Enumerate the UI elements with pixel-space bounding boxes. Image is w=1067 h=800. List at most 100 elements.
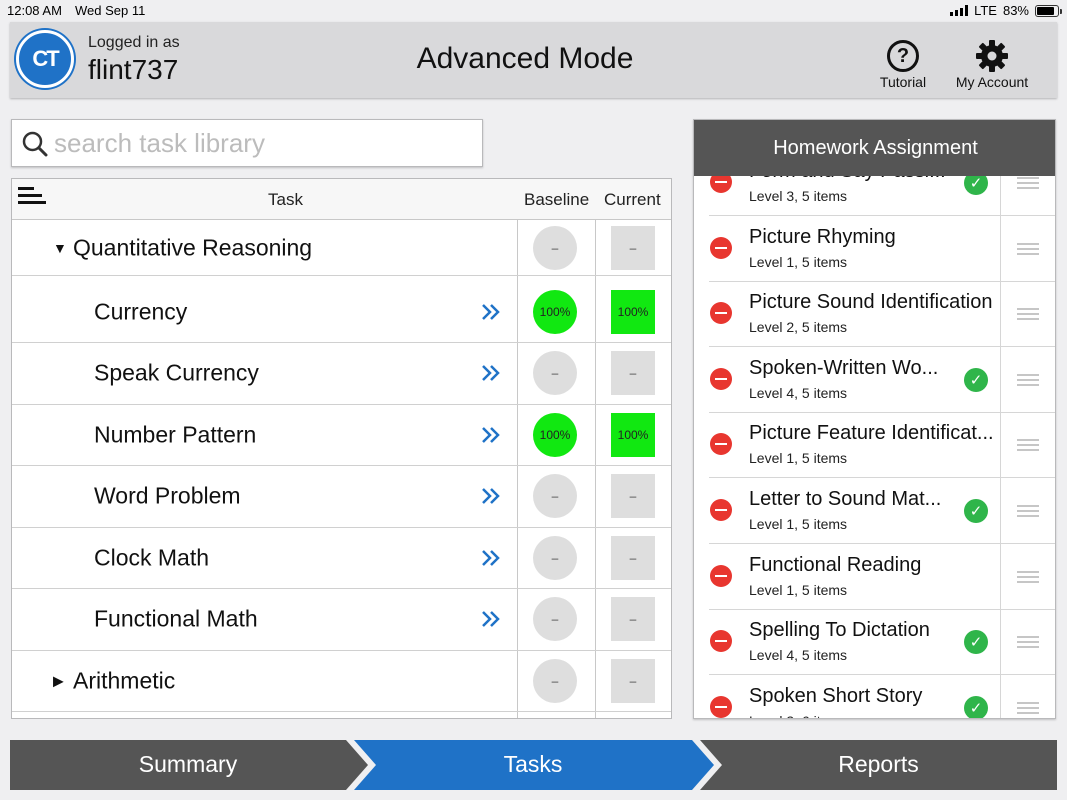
drag-handle-icon[interactable]	[1017, 373, 1039, 389]
double-chevron-right-icon[interactable]	[480, 609, 502, 629]
remove-icon[interactable]	[710, 302, 732, 325]
task-row[interactable]: Clock Math – –	[12, 528, 671, 589]
column-task: Task	[268, 190, 303, 209]
network-label: LTE	[974, 3, 997, 18]
double-chevron-right-icon[interactable]	[480, 363, 502, 383]
remove-icon[interactable]	[710, 630, 732, 653]
item-divider	[1000, 281, 1001, 348]
remove-icon[interactable]	[710, 695, 732, 718]
double-chevron-right-icon[interactable]	[480, 486, 502, 506]
expand-down-icon[interactable]: ▼	[53, 240, 67, 256]
homework-item-title: Spoken Short Story	[749, 684, 923, 707]
homework-item-title: Functional Reading	[749, 553, 922, 576]
homework-item[interactable]: Picture Sound Identification Level 2, 5 i…	[709, 281, 1055, 348]
task-row[interactable]: Speak Currency – –	[12, 343, 671, 405]
task-name: Functional Math	[94, 605, 258, 632]
task-name: Word Problem	[94, 482, 241, 509]
double-chevron-right-icon[interactable]	[480, 425, 502, 445]
drag-handle-icon[interactable]	[1017, 242, 1039, 258]
task-name: Speak Currency	[94, 359, 259, 386]
homework-item[interactable]: Letter to Sound Mat... Level 1, 5 items ✓	[709, 478, 1055, 544]
current-score: 100%	[611, 412, 655, 457]
remove-icon[interactable]	[710, 367, 732, 390]
homework-item-subtitle: Level 4, 5 items	[749, 384, 848, 401]
collapse-menu-icon[interactable]	[18, 187, 46, 211]
item-divider	[1000, 674, 1001, 718]
double-chevron-right-icon[interactable]	[480, 302, 502, 322]
search-icon	[22, 131, 48, 157]
baseline-score: –	[533, 474, 577, 519]
item-divider	[1000, 543, 1001, 610]
baseline-score: 100%	[533, 289, 577, 334]
task-row[interactable]: Functional Math – –	[12, 589, 671, 651]
homework-item[interactable]: Functional Reading Level 1, 5 items	[709, 543, 1055, 610]
current-score: –	[611, 351, 655, 396]
homework-item[interactable]: Spelling To Dictation Level 4, 5 items ✓	[709, 609, 1055, 676]
search-input[interactable]	[54, 126, 474, 160]
drag-handle-icon[interactable]	[1017, 439, 1039, 454]
remove-icon[interactable]	[710, 564, 732, 587]
task-name: Number Pattern	[94, 421, 257, 448]
baseline-score: –	[533, 658, 577, 703]
homework-item-subtitle: Level 1, 5 items	[749, 253, 848, 270]
baseline-score: –	[533, 225, 577, 270]
task-row[interactable]: Number Pattern 100% 100%	[12, 405, 671, 466]
task-group-row[interactable]: ▶ Arithmetic – –	[12, 651, 671, 712]
signal-icon	[950, 5, 969, 16]
my-account-label: My Account	[955, 74, 1029, 90]
homework-title: Homework Assignment	[694, 120, 1055, 176]
remove-icon[interactable]	[710, 236, 732, 259]
task-table: Task Baseline Current ▼ Quantitative Reas…	[11, 178, 672, 719]
column-baseline: Baseline	[524, 190, 590, 209]
tab-reports[interactable]: Reports	[700, 751, 1057, 778]
status-right: LTE 83%	[950, 3, 1062, 18]
homework-item[interactable]: Picture Rhyming Level 1, 5 items	[709, 215, 1055, 282]
drag-handle-icon[interactable]	[1017, 701, 1039, 717]
homework-item-title: Picture Sound Identification	[749, 291, 993, 314]
tab-summary[interactable]: Summary	[10, 751, 366, 778]
current-score: –	[611, 658, 655, 703]
status-bar: 12:08 AM Wed Sep 11 LTE 83%	[0, 0, 1067, 20]
drag-handle-icon[interactable]	[1017, 308, 1039, 323]
current-score: –	[611, 474, 655, 519]
task-group-row[interactable]: ▼ Quantitative Reasoning – –	[12, 220, 671, 276]
baseline-score: 100%	[533, 412, 577, 457]
logged-in-label: Logged in as	[88, 34, 180, 51]
status-date: Wed Sep 11	[75, 3, 146, 18]
column-current: Current	[604, 190, 661, 209]
drag-handle-icon[interactable]	[1017, 505, 1039, 520]
check-icon: ✓	[964, 695, 988, 718]
homework-item[interactable]: Spoken Short Story Level 3, 6 items ✓	[709, 674, 1055, 718]
tab-tasks[interactable]: Tasks	[366, 751, 700, 778]
current-score: –	[611, 597, 655, 642]
status-time: 12:08 AM	[7, 3, 62, 18]
app-header: CT Logged in as flint737 Advanced Mode ?…	[10, 22, 1057, 98]
item-divider	[1000, 478, 1001, 544]
homework-item-title: Letter to Sound Mat...	[749, 488, 942, 510]
homework-item[interactable]: Picture Feature Identificat... Level 1, 5…	[709, 412, 1055, 479]
tutorial-button[interactable]: ? Tutorial	[872, 38, 934, 90]
item-divider	[1000, 346, 1001, 413]
check-icon: ✓	[964, 367, 988, 392]
remove-icon[interactable]	[710, 433, 732, 456]
my-account-button[interactable]: My Account	[946, 38, 1038, 90]
homework-item-title: Picture Feature Identificat...	[749, 422, 994, 445]
homework-item-title: Picture Rhyming	[749, 225, 896, 248]
task-row[interactable]: Currency 100% 100%	[12, 282, 671, 343]
drag-handle-icon[interactable]	[1017, 636, 1039, 651]
double-chevron-right-icon[interactable]	[480, 548, 502, 568]
table-header: Task Baseline Current	[12, 179, 671, 220]
drag-handle-icon[interactable]	[1017, 570, 1039, 586]
check-icon: ✓	[964, 499, 988, 523]
username: flint737	[88, 54, 179, 85]
task-row[interactable]: Word Problem – –	[12, 466, 671, 528]
baseline-score: –	[533, 597, 577, 642]
remove-icon[interactable]	[710, 499, 732, 521]
expand-right-icon[interactable]: ▶	[53, 672, 64, 689]
homework-item-subtitle: Level 1, 5 items	[749, 581, 848, 598]
homework-item[interactable]: Spoken-Written Wo... Level 4, 5 items ✓	[709, 346, 1055, 413]
drag-handle-icon[interactable]	[1017, 177, 1039, 192]
task-name: Clock Math	[94, 544, 210, 571]
item-divider	[1000, 215, 1001, 282]
help-circle-icon: ?	[887, 40, 919, 72]
